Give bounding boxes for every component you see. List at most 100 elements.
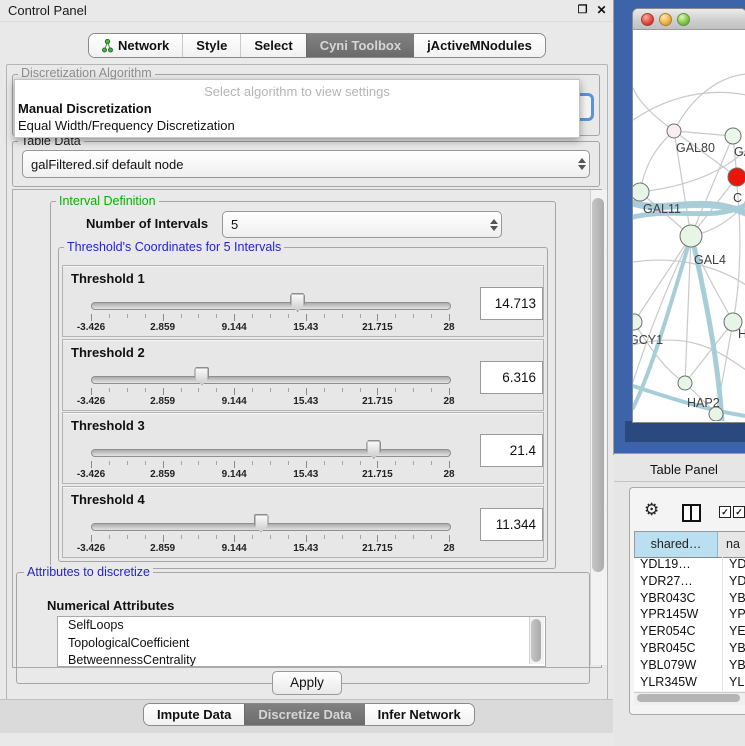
slider-tick [324, 535, 325, 539]
split-columns-icon[interactable] [682, 504, 701, 522]
slider-track[interactable] [91, 302, 451, 310]
attribute-list-item[interactable]: TopologicalCoefficient [58, 635, 545, 653]
slider-tick-label: 21.715 [362, 543, 393, 554]
cell-shared-name: YDR27… [634, 574, 723, 591]
cell-name: YBR0 [723, 591, 745, 608]
cell-shared-name: YLR345W [634, 675, 723, 691]
slider-tick-label: 28 [443, 469, 454, 480]
tab-cyni-toolbox[interactable]: Cyni Toolbox [306, 34, 414, 57]
network-window-titlebar[interactable] [633, 9, 745, 30]
slider-tick [216, 535, 217, 539]
slider-tick [431, 461, 432, 465]
control-panel: Control Panel ❐ ✕ Network StyleSelect Cyni… [0, 0, 613, 745]
tab-label: Impute Data [157, 704, 231, 725]
zoom-traffic-light-icon[interactable] [677, 13, 690, 26]
algorithm-popup-hint: Select algorithm to view settings [15, 84, 579, 99]
algorithm-option[interactable]: Equal Width/Frequency Discretization [18, 118, 235, 133]
threshold-panel-2: Threshold 2-3.4262.8599.14415.4321.71528… [62, 339, 544, 411]
slider-tick-label: 28 [443, 396, 454, 407]
slider-tick [288, 461, 289, 465]
slider-track[interactable] [91, 376, 451, 384]
divider [614, 481, 745, 482]
tab-label: Discretize Data [258, 704, 351, 725]
threshold-value-field[interactable]: 14.713 [480, 287, 543, 320]
slider-tick-label: 15.43 [293, 543, 318, 554]
slider-tick-label: -3.426 [77, 396, 105, 407]
cell-name: YDR2 [723, 574, 745, 591]
table-row[interactable]: YBR043CYBR0 [634, 591, 745, 608]
slider-tick-label: 28 [443, 322, 454, 333]
close-icon[interactable]: ✕ [595, 4, 608, 17]
table-data-combobox[interactable]: galFiltered.sif default node [22, 150, 590, 178]
attribute-list-item[interactable]: SelfLoops [58, 617, 545, 635]
checkbox-icon[interactable]: ✓ [719, 506, 731, 518]
slider-tick [127, 461, 128, 465]
network-node-c[interactable] [728, 168, 745, 186]
column-header-name[interactable]: na [718, 532, 745, 557]
settings-scrollbar-thumb[interactable] [592, 198, 604, 572]
network-node-gal4[interactable] [680, 225, 702, 247]
slider-tick [127, 535, 128, 539]
float-window-icon[interactable]: ❐ [576, 4, 589, 17]
table-hscrollbar-thumb[interactable] [637, 694, 740, 702]
slider-tick [181, 461, 182, 465]
slider-tick [324, 461, 325, 465]
number-of-intervals-combobox[interactable]: 5 [222, 211, 502, 238]
slider-tick [163, 388, 164, 395]
network-edge [674, 131, 733, 136]
tab-style[interactable]: Style [182, 34, 240, 57]
table-row[interactable]: YDL19…YDL1 [634, 557, 745, 574]
threshold-value-field[interactable]: 21.4 [480, 434, 543, 467]
numerical-attributes-list[interactable]: SelfLoopsTopologicalCoefficientBetweenne… [57, 616, 546, 667]
slider-tick [91, 314, 92, 321]
slider-tick-label: -3.426 [77, 543, 105, 554]
network-edge [633, 92, 745, 120]
gear-icon[interactable]: ⚙ [644, 500, 659, 520]
slider-tick [270, 314, 271, 318]
network-node-hap2[interactable] [678, 376, 692, 390]
table-row[interactable]: YBR045CYBR0 [634, 641, 745, 658]
table-row[interactable]: YER054CYER0 [634, 624, 745, 641]
slider-track[interactable] [91, 523, 451, 531]
cell-shared-name: YER054C [634, 624, 723, 641]
tab-jactivemnodules[interactable]: jActiveMNodules [414, 34, 545, 57]
tab-select[interactable]: Select [240, 34, 305, 57]
table-row[interactable]: YDR27…YDR2 [634, 574, 745, 591]
slider-tick [431, 535, 432, 539]
network-node-label: GAL11 [643, 202, 681, 216]
slider-track[interactable] [91, 449, 451, 457]
cell-name: YPR1 [723, 607, 745, 624]
table-row[interactable]: YPR145WYPR1 [634, 607, 745, 624]
tab-network[interactable]: Network [89, 34, 182, 57]
slider-tick [252, 388, 253, 392]
minimize-traffic-light-icon[interactable] [659, 13, 672, 26]
tab-label: Cyni Toolbox [320, 34, 401, 57]
network-node-gal80[interactable] [667, 124, 681, 138]
network-graph[interactable]: GAL80GACGAL11GAL4GCY1HHAP2 [633, 28, 745, 421]
slider-tick [145, 535, 146, 539]
tab-label: Network [118, 34, 169, 57]
network-node[interactable] [709, 407, 723, 421]
window-shadow [625, 421, 745, 442]
algorithm-option[interactable]: Manual Discretization [18, 101, 152, 116]
checkbox-icon[interactable]: ✓ [733, 506, 745, 518]
threshold-value-field[interactable]: 6.316 [480, 361, 543, 394]
slider-tick [413, 314, 414, 318]
table-row[interactable]: YBL079WYBL0 [634, 658, 745, 675]
threshold-value-field[interactable]: 11.344 [480, 508, 543, 541]
apply-button[interactable]: Apply [272, 671, 342, 695]
control-panel-title: Control Panel [8, 3, 87, 18]
attributes-scrollbar-thumb[interactable] [531, 619, 541, 662]
table-row[interactable]: YLR345WYLR3 [634, 675, 745, 691]
algorithm-dropdown-popup: Select algorithm to view settings Manual… [14, 79, 580, 138]
network-node-gal11[interactable] [633, 183, 649, 201]
close-traffic-light-icon[interactable] [641, 13, 654, 26]
column-header-shared-name[interactable]: shared… [634, 532, 718, 557]
tab-impute-data[interactable]: Impute Data [144, 704, 244, 725]
slider-tick [306, 461, 307, 468]
tab-infer-network[interactable]: Infer Network [365, 704, 474, 725]
attribute-list-item[interactable]: BetweennessCentrality [58, 652, 545, 667]
tab-discretize-data[interactable]: Discretize Data [244, 704, 364, 725]
network-node-gcy1[interactable] [633, 314, 642, 330]
network-node-ga[interactable] [725, 128, 741, 144]
